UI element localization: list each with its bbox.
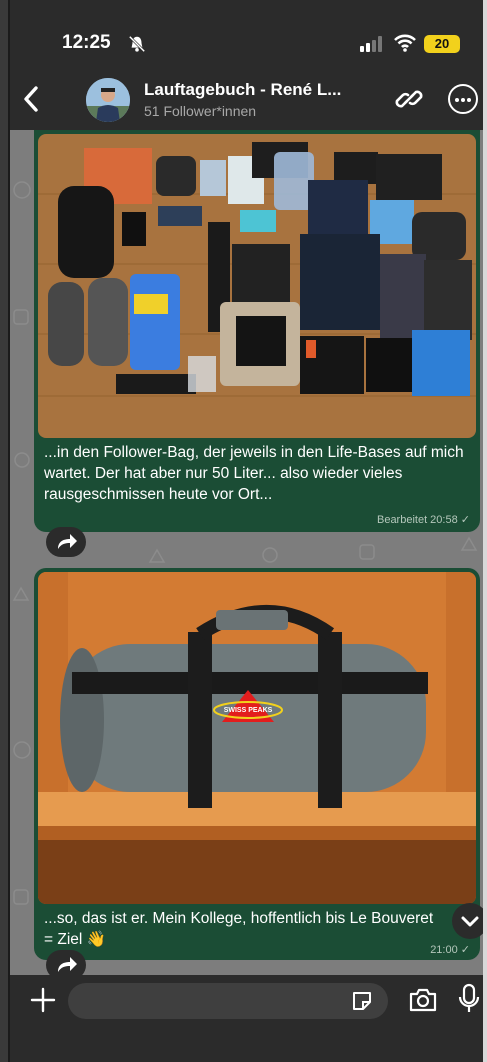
message-edited-time: Bearbeitet 20:58 ✓ xyxy=(376,514,470,526)
message-caption: ...so, das ist er. Mein Kollege, hoffent… xyxy=(44,910,434,948)
forward-arrow-icon xyxy=(58,957,77,972)
forward-button[interactable] xyxy=(46,950,86,975)
right-edge-strip xyxy=(483,0,487,1062)
attach-plus-button[interactable] xyxy=(30,987,56,1013)
follower-count: 51 Follower*innen xyxy=(144,103,257,119)
scroll-to-bottom-button[interactable] xyxy=(452,903,483,939)
message-photo-gear[interactable] xyxy=(38,134,476,438)
status-time: 12:25 xyxy=(62,32,111,53)
message-input-bar xyxy=(10,975,483,1062)
sticker-icon[interactable] xyxy=(350,989,374,1013)
phone-screen: 12:25 20 Lauftagebuch - René L... 51 Fol… xyxy=(10,0,483,1062)
back-button[interactable] xyxy=(20,84,44,114)
bag-logo-text: SWISS PEAKS xyxy=(224,707,273,714)
battery-indicator: 20 xyxy=(424,35,460,53)
message-bubble[interactable]: ...in den Follower-Bag, der jeweils in d… xyxy=(34,130,480,532)
more-options-button[interactable] xyxy=(448,84,478,114)
gear-flatlay-image xyxy=(38,134,476,438)
message-photo-bag[interactable]: SWISS PEAKS xyxy=(38,572,476,904)
signal-icon xyxy=(360,36,382,52)
message-caption: ...in den Follower-Bag, der jeweils in d… xyxy=(44,444,464,503)
forward-arrow-icon xyxy=(58,534,77,549)
camera-button[interactable] xyxy=(408,987,438,1013)
link-icon[interactable] xyxy=(394,84,424,114)
forward-button[interactable] xyxy=(46,527,86,557)
muted-bell-icon xyxy=(128,35,146,53)
channel-title[interactable]: Lauftagebuch - René L... xyxy=(144,80,341,100)
avatar-photo xyxy=(86,78,130,122)
chat-area[interactable]: ...in den Follower-Bag, der jeweils in d… xyxy=(10,130,483,975)
message-input[interactable] xyxy=(68,983,388,1019)
channel-header: Lauftagebuch - René L... 51 Follower*inn… xyxy=(10,70,483,130)
status-bar: 12:25 20 xyxy=(10,0,483,70)
microphone-button[interactable] xyxy=(458,983,480,1015)
wifi-icon xyxy=(394,34,416,52)
duffel-bag-image: SWISS PEAKS xyxy=(38,572,476,904)
chevron-down-icon xyxy=(461,916,479,927)
message-bubble[interactable]: SWISS PEAKS ...so, das ist er. Mein Koll… xyxy=(34,568,480,960)
message-time: 21:00 ✓ xyxy=(430,944,470,956)
channel-avatar[interactable] xyxy=(86,78,130,122)
left-edge-strip xyxy=(0,0,8,1062)
